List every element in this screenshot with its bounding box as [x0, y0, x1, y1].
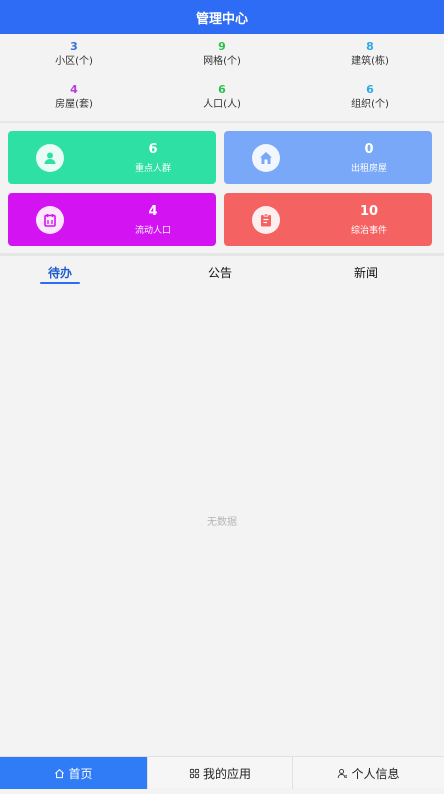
stats-panel: 3 小区(个) 9 网格(个) 8 建筑(栋) 4 房屋(套) 6 人口(人) … — [0, 34, 444, 120]
stat-label: 建筑(栋) — [351, 56, 389, 67]
tab-todo[interactable]: 待办 — [0, 264, 120, 281]
nav-label: 我的应用 — [202, 766, 251, 781]
app-header: 管理中心 — [0, 0, 444, 34]
stat-grids[interactable]: 9 网格(个) — [148, 40, 296, 80]
card-value: 0 — [364, 142, 374, 157]
stat-label: 小区(个) — [55, 56, 93, 67]
card-value: 4 — [148, 204, 158, 219]
home-icon — [55, 768, 65, 778]
nav-home[interactable]: 首页 — [0, 757, 147, 789]
calendar-icon — [36, 206, 64, 234]
stat-communities[interactable]: 3 小区(个) — [0, 40, 148, 80]
stat-value: 8 — [366, 40, 374, 53]
stat-value: 9 — [218, 40, 226, 53]
nav-label: 个人信息 — [351, 766, 400, 781]
nav-my-apps[interactable]: 我的应用 — [148, 757, 292, 789]
person-icon — [36, 144, 64, 172]
stat-label: 网格(个) — [203, 56, 241, 67]
card-label: 出租房屋 — [350, 164, 387, 174]
stat-label: 人口(人) — [203, 99, 241, 110]
stat-value: 6 — [366, 83, 374, 96]
tab-news[interactable]: 新闻 — [306, 264, 426, 281]
card-governance-events[interactable]: 10 综治事件 — [224, 193, 432, 246]
card-value: 10 — [359, 204, 379, 219]
stat-buildings[interactable]: 8 建筑(栋) — [296, 40, 444, 80]
divider — [0, 253, 444, 256]
empty-state-text: 无数据 — [207, 517, 237, 528]
stat-houses[interactable]: 4 房屋(套) — [0, 83, 148, 123]
tab-announcements[interactable]: 公告 — [160, 264, 280, 281]
divider — [0, 121, 444, 123]
content-tabs: 待办 公告 新闻 — [0, 258, 444, 290]
card-value: 6 — [148, 142, 158, 157]
apps-icon — [189, 768, 200, 778]
card-rental-houses[interactable]: 0 出租房屋 — [224, 131, 432, 184]
card-label: 流动人口 — [134, 226, 171, 236]
stat-value: 4 — [70, 83, 78, 96]
card-floating-population[interactable]: 4 流动人口 — [8, 193, 216, 246]
clipboard-icon — [252, 206, 280, 234]
card-label: 重点人群 — [134, 164, 171, 174]
stat-organizations[interactable]: 6 组织(个) — [296, 83, 444, 123]
page-title: 管理中心 — [195, 11, 248, 27]
stat-value: 3 — [70, 40, 78, 53]
stat-label: 房屋(套) — [55, 99, 93, 110]
user-icon — [338, 768, 348, 778]
stat-value: 6 — [218, 83, 226, 96]
card-label: 综治事件 — [350, 226, 387, 236]
nav-profile[interactable]: 个人信息 — [293, 757, 444, 789]
stat-population[interactable]: 6 人口(人) — [148, 83, 296, 123]
active-tab-indicator — [40, 282, 80, 284]
bottom-nav: 首页 我的应用 个人信息 — [0, 756, 444, 789]
house-icon — [252, 144, 280, 172]
nav-label: 首页 — [68, 766, 93, 781]
card-key-population[interactable]: 6 重点人群 — [8, 131, 216, 184]
stat-label: 组织(个) — [351, 99, 389, 110]
